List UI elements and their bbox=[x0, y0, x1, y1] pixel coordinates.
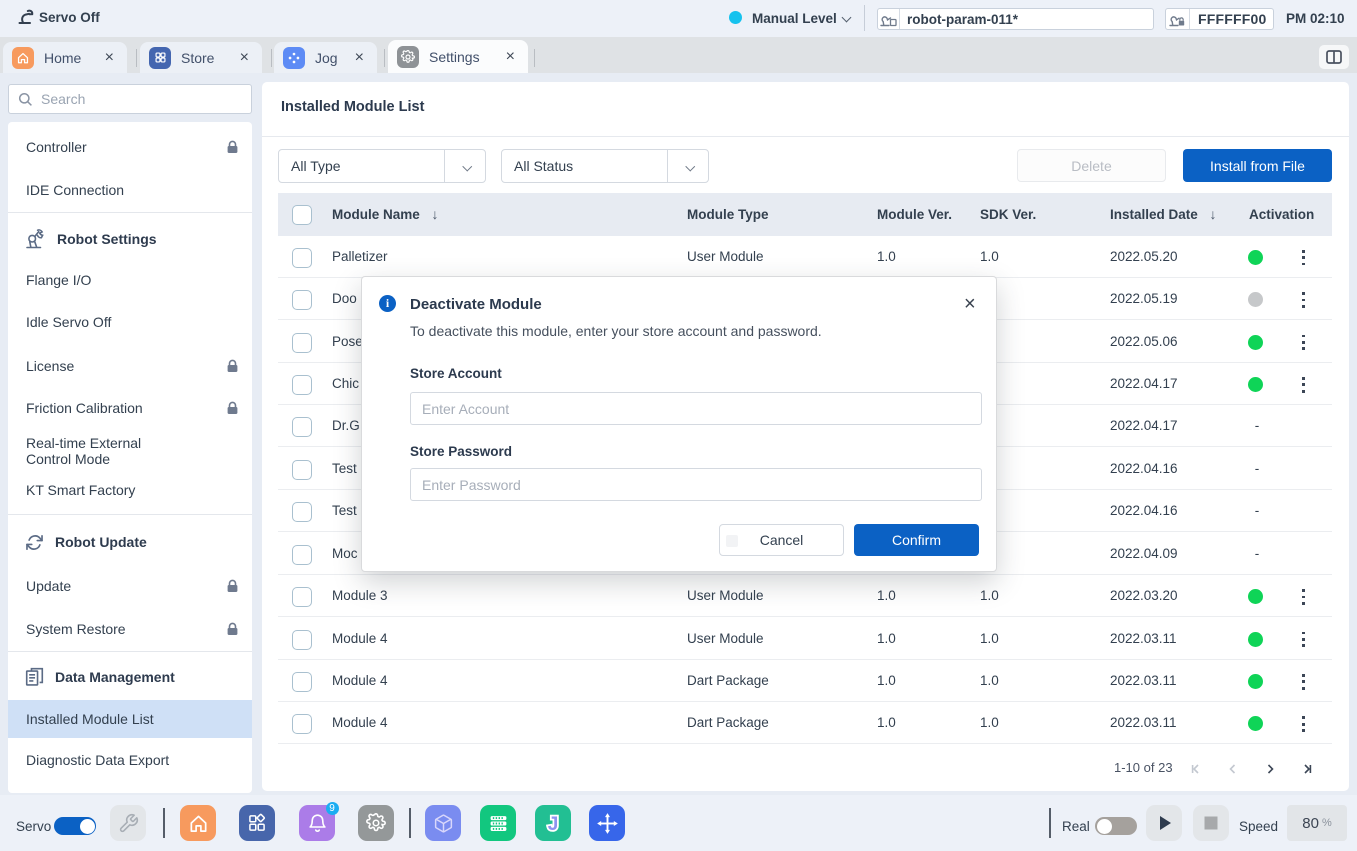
svg-text:J: J bbox=[548, 814, 559, 835]
